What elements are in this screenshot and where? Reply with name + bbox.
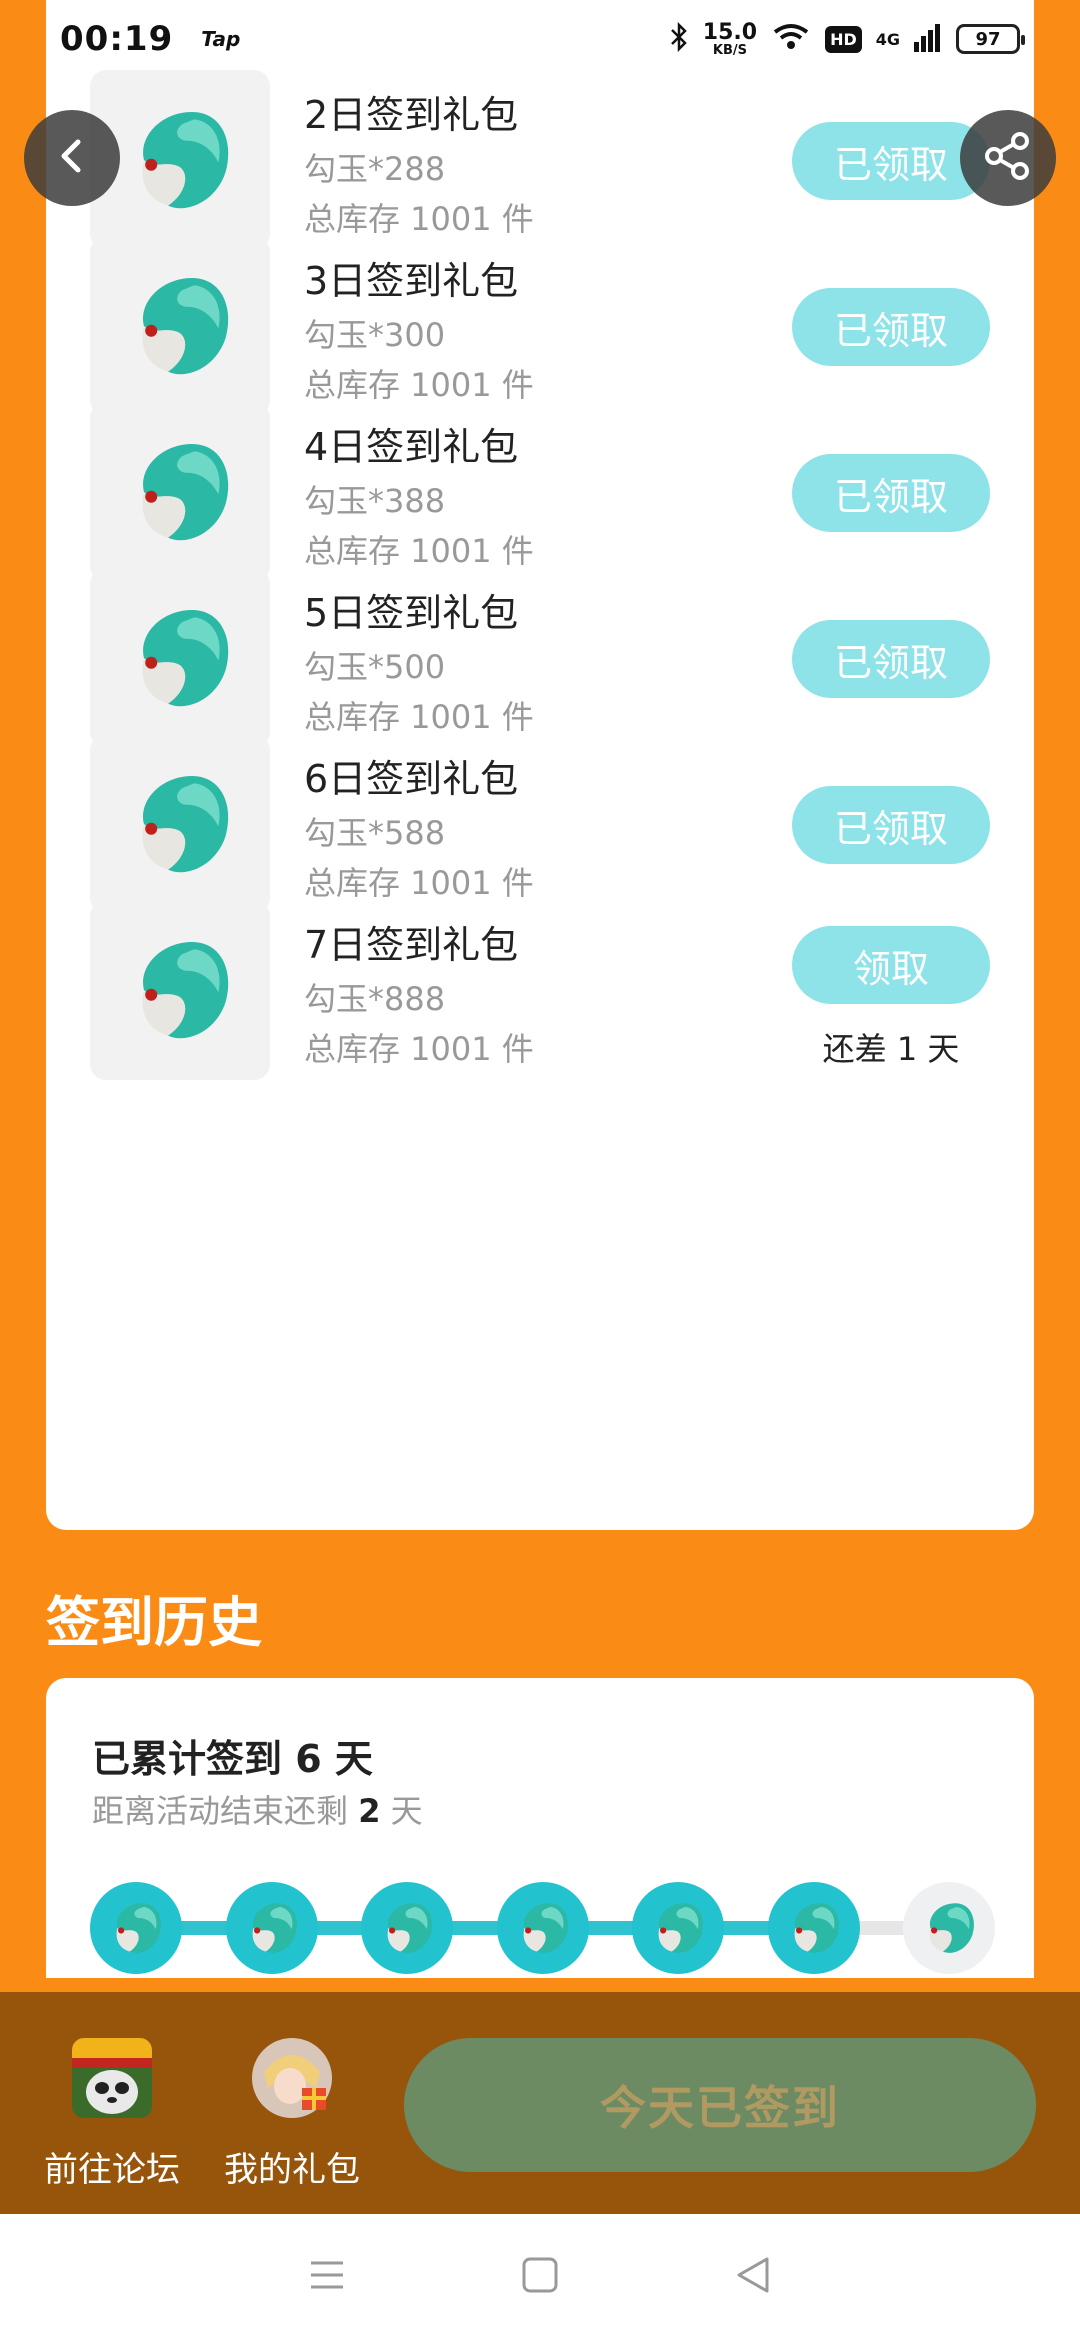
wifi-icon xyxy=(771,22,811,56)
jade-magatama-icon xyxy=(90,900,270,1080)
pack-stock: 总库存 1001 件 xyxy=(304,864,534,902)
forum-entry[interactable]: 前往论坛 xyxy=(22,1992,202,2214)
claimed-button[interactable]: 已领取 xyxy=(792,620,990,698)
network-type: 4G xyxy=(875,29,900,49)
pack-stock: 总库存 1001 件 xyxy=(304,1030,534,1068)
history-count-value: 6 xyxy=(295,1737,322,1781)
pack-stock: 总库存 1001 件 xyxy=(304,200,534,238)
triangle-back-icon[interactable] xyxy=(733,2255,773,2299)
claimed-button[interactable]: 已领取 xyxy=(792,786,990,864)
jade-magatama-icon xyxy=(90,568,270,748)
signed-day-dot xyxy=(361,1882,453,1974)
signed-today-button[interactable]: 今天已签到 xyxy=(404,2038,1036,2172)
history-remain-suffix: 天 xyxy=(380,1792,423,1830)
jade-magatama-icon xyxy=(90,236,270,416)
status-time: 00:19 xyxy=(60,19,174,59)
gift-pack-row: 3日签到礼包勾玉*300 总库存 1001 件 已领取 xyxy=(46,236,1034,416)
history-signed-count: 已累计签到 6 天 xyxy=(92,1728,373,1783)
pack-title: 3日签到礼包 xyxy=(304,259,519,303)
gift-pack-row: 4日签到礼包勾玉*388 总库存 1001 件 已领取 xyxy=(46,402,1034,582)
home-square-icon[interactable] xyxy=(520,2255,560,2299)
jade-magatama-icon xyxy=(90,734,270,914)
network-speed: 15.0 KB/S xyxy=(702,19,758,58)
signal-icon xyxy=(914,22,942,56)
pack-item: 勾玉*588 xyxy=(304,814,446,852)
history-count-suffix: 天 xyxy=(321,1737,373,1781)
network-speed-value: 15.0 xyxy=(702,19,758,45)
menu-icon[interactable] xyxy=(307,2255,347,2299)
chevron-left-icon xyxy=(52,136,92,180)
history-count-prefix: 已累计签到 xyxy=(92,1737,296,1781)
jade-magatama-icon xyxy=(90,402,270,582)
status-bar: 00:19 Tap 15.0 KB/S HD 4G 97 xyxy=(0,0,1080,78)
signed-day-dot xyxy=(90,1882,182,1974)
gift-pack-row: 7日签到礼包勾玉*888 总库存 1001 件 领取还差 1 天 xyxy=(46,900,1034,1080)
pack-title: 7日签到礼包 xyxy=(304,923,519,967)
pack-item: 勾玉*300 xyxy=(304,316,446,354)
share-button[interactable] xyxy=(960,110,1056,206)
pack-title: 2日签到礼包 xyxy=(304,93,519,137)
pack-stock: 总库存 1001 件 xyxy=(304,366,534,404)
unsigned-day-dot xyxy=(903,1882,995,1974)
back-button[interactable] xyxy=(24,110,120,206)
signed-day-dot xyxy=(632,1882,724,1974)
days-remaining-note: 还差 1 天 xyxy=(822,1030,960,1068)
history-remaining: 距离活动结束还剩 2 天 xyxy=(92,1786,423,1832)
pack-stock: 总库存 1001 件 xyxy=(304,532,534,570)
gift-pack-row: 5日签到礼包勾玉*500 总库存 1001 件 已领取 xyxy=(46,568,1034,748)
pack-item: 勾玉*500 xyxy=(304,648,446,686)
signed-day-dot xyxy=(496,1882,589,1974)
gift-character-icon xyxy=(252,2038,332,2118)
pack-item: 勾玉*388 xyxy=(304,482,446,520)
history-title: 签到历史 xyxy=(46,1591,262,1654)
network-speed-unit: KB/S xyxy=(712,42,747,58)
signed-day-dot xyxy=(767,1882,860,1974)
pack-title: 6日签到礼包 xyxy=(304,757,519,801)
pack-title: 4日签到礼包 xyxy=(304,425,519,469)
status-app-tag: Tap xyxy=(201,27,241,51)
my-gifts-entry[interactable]: 我的礼包 xyxy=(202,1992,382,2214)
forum-label: 前往论坛 xyxy=(44,2150,180,2190)
share-icon xyxy=(982,130,1034,186)
pack-stock: 总库存 1001 件 xyxy=(304,698,534,736)
battery-indicator: 97 xyxy=(956,24,1025,54)
bluetooth-icon xyxy=(669,21,689,56)
pack-item: 勾玉*288 xyxy=(304,150,446,188)
history-remain-prefix: 距离活动结束还剩 xyxy=(92,1792,359,1830)
claimed-button[interactable]: 已领取 xyxy=(792,288,990,366)
history-card: 已累计签到 6 天 距离活动结束还剩 2 天 xyxy=(46,1678,1034,1978)
signed-day-dot xyxy=(225,1882,318,1974)
claimed-button[interactable]: 已领取 xyxy=(792,454,990,532)
my-gifts-label: 我的礼包 xyxy=(224,2150,360,2190)
gift-pack-row: 6日签到礼包勾玉*588 总库存 1001 件 已领取 xyxy=(46,734,1034,914)
forum-game-icon xyxy=(72,2038,152,2118)
status-indicators: 15.0 KB/S HD 4G 97 xyxy=(669,19,1025,58)
system-nav-bar xyxy=(0,2214,1080,2340)
claim-button[interactable]: 领取 xyxy=(792,926,990,1004)
bottom-action-bar: 前往论坛 我的礼包 今天已签到 xyxy=(0,1992,1080,2214)
history-remain-value: 2 xyxy=(358,1792,381,1830)
gift-pack-row: 2日签到礼包 勾玉*288 总库存 1001 件已领取 xyxy=(46,70,1034,250)
hd-badge: HD xyxy=(825,25,862,53)
pack-title: 5日签到礼包 xyxy=(304,591,519,635)
pack-item: 勾玉*888 xyxy=(304,980,446,1018)
